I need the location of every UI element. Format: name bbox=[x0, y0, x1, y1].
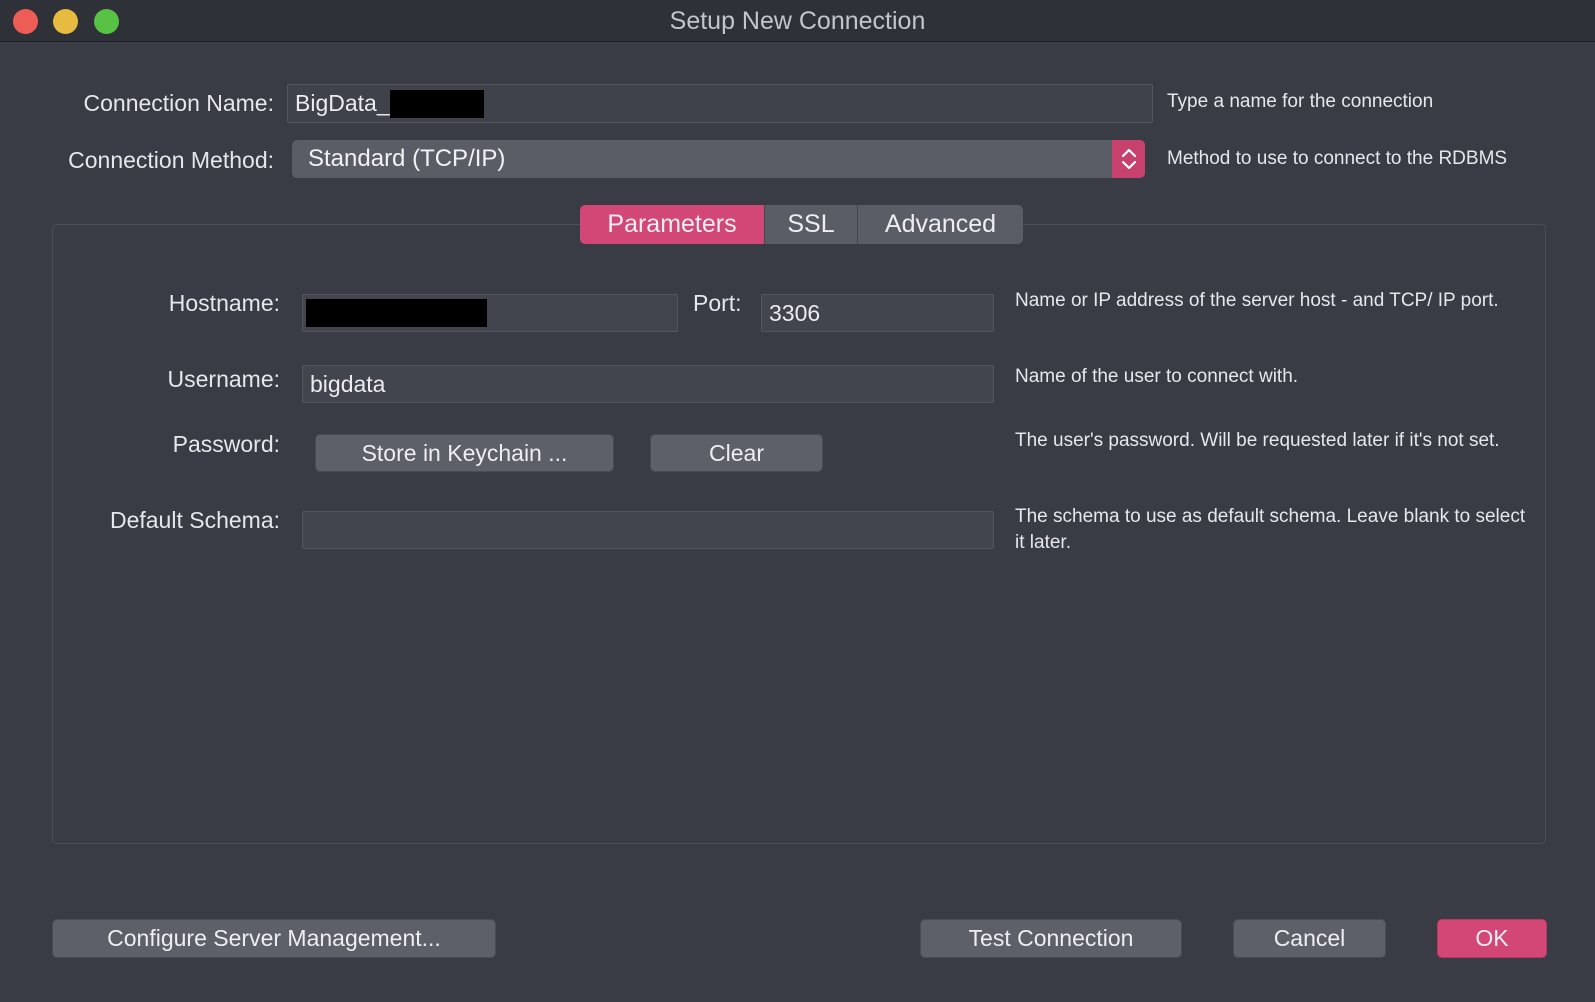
configure-server-management-button[interactable]: Configure Server Management... bbox=[52, 919, 496, 958]
connection-name-field[interactable]: BigData_ bbox=[287, 84, 1153, 123]
redacted-block bbox=[389, 89, 484, 118]
hostname-field[interactable] bbox=[302, 294, 678, 332]
connection-name-hint: Type a name for the connection bbox=[1167, 91, 1434, 112]
default-schema-field[interactable] bbox=[302, 511, 994, 549]
username-hint: Name of the user to connect with. bbox=[1015, 366, 1299, 387]
password-label: Password: bbox=[172, 431, 280, 457]
tab-parameters[interactable]: Parameters bbox=[580, 205, 765, 244]
title-bar: Setup New Connection bbox=[0, 0, 1595, 42]
cancel-button[interactable]: Cancel bbox=[1233, 919, 1386, 958]
chevron-up-down-icon[interactable] bbox=[1112, 140, 1145, 178]
connection-name-value: BigData_ bbox=[295, 90, 390, 116]
default-schema-hint: The schema to use as default schema. Lea… bbox=[1015, 506, 1526, 553]
username-value: bigdata bbox=[310, 370, 386, 397]
port-label: Port: bbox=[693, 290, 742, 316]
redacted-block bbox=[306, 299, 487, 327]
connection-method-value: Standard (TCP/IP) bbox=[308, 145, 506, 172]
ok-button[interactable]: OK bbox=[1437, 919, 1547, 958]
hostname-hint: Name or IP address of the server host - … bbox=[1015, 290, 1499, 311]
store-in-keychain-button[interactable]: Store in Keychain ... bbox=[315, 434, 614, 472]
tab-advanced[interactable]: Advanced bbox=[858, 205, 1023, 244]
connection-method-label: Connection Method: bbox=[68, 147, 274, 173]
tab-bar: Parameters SSL Advanced bbox=[580, 205, 1023, 244]
default-schema-label: Default Schema: bbox=[109, 507, 280, 533]
tab-ssl[interactable]: SSL bbox=[765, 205, 858, 244]
clear-password-button[interactable]: Clear bbox=[650, 434, 823, 472]
username-field[interactable]: bigdata bbox=[302, 365, 994, 403]
connection-dialog: Setup New Connection Connection Name: Bi… bbox=[0, 0, 1595, 1002]
port-value: 3306 bbox=[769, 299, 821, 326]
port-field[interactable]: 3306 bbox=[761, 294, 994, 332]
window-title: Setup New Connection bbox=[669, 7, 926, 35]
hostname-label: Hostname: bbox=[168, 290, 280, 316]
connection-method-hint: Method to use to connect to the RDBMS bbox=[1167, 148, 1508, 169]
password-hint: The user's password. Will be requested l… bbox=[1015, 430, 1500, 451]
connection-method-select[interactable]: Standard (TCP/IP) bbox=[292, 140, 1145, 178]
connection-name-label: Connection Name: bbox=[83, 90, 275, 116]
username-label: Username: bbox=[167, 366, 280, 392]
test-connection-button[interactable]: Test Connection bbox=[920, 919, 1182, 958]
